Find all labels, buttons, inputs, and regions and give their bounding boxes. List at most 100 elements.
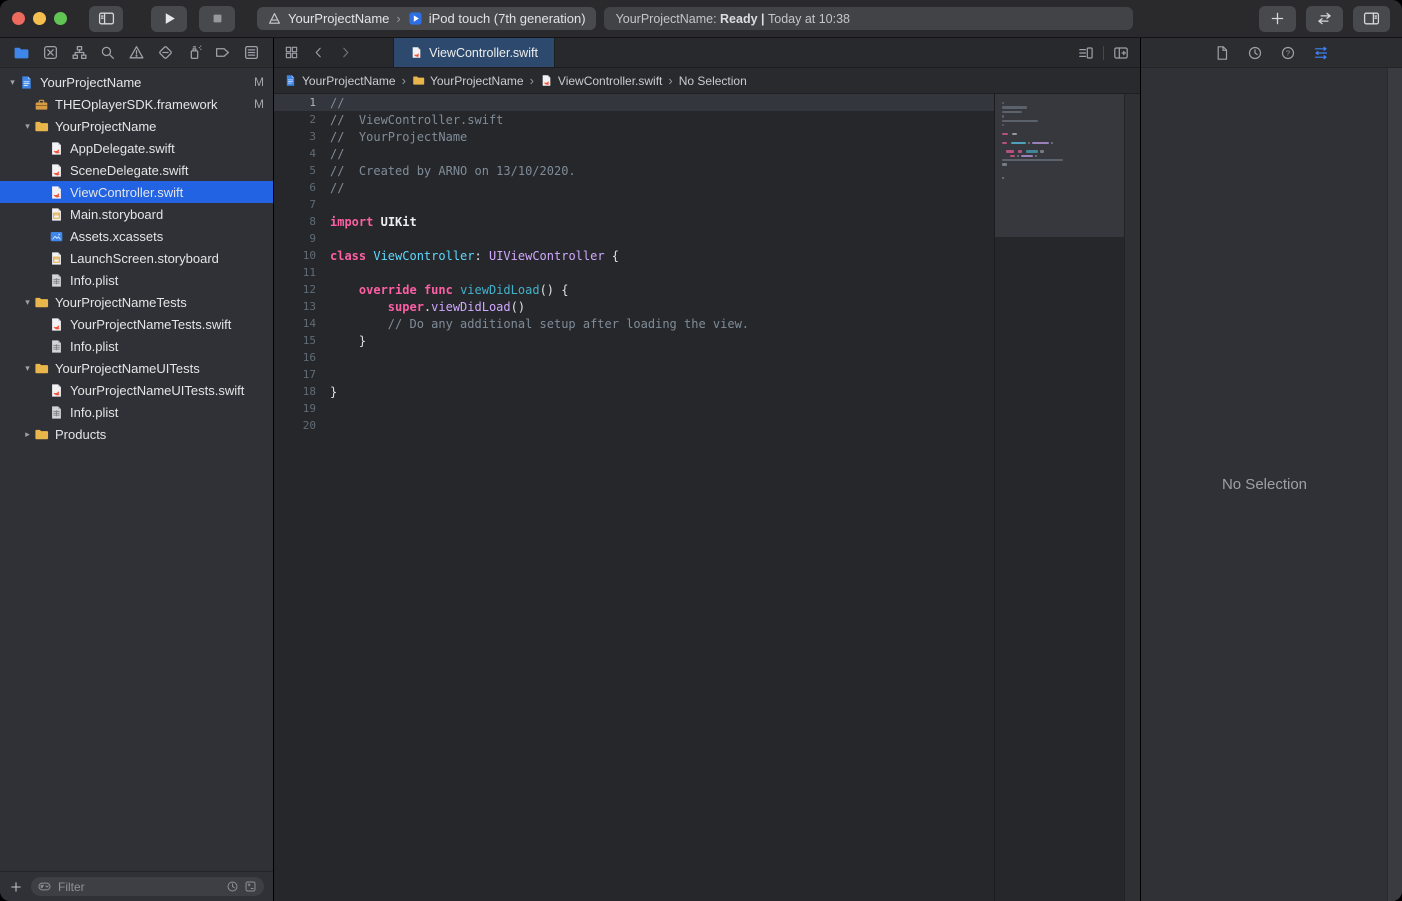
toggle-inspector-button[interactable] (1353, 6, 1390, 32)
nav-row-main-storyboard[interactable]: Main.storyboard (0, 203, 273, 225)
related-items-icon[interactable] (284, 45, 299, 60)
nav-row-appdelegate-swift[interactable]: AppDelegate.swift (0, 137, 273, 159)
scm-status-filter-icon[interactable] (244, 880, 257, 893)
swift-icon (49, 141, 64, 156)
navigator-tab-find[interactable] (99, 44, 116, 61)
close-button[interactable] (12, 12, 25, 25)
navigator-tab-debug[interactable] (186, 44, 203, 61)
nav-row-theoplayersdk-framework[interactable]: THEOplayerSDK.frameworkM (0, 93, 273, 115)
file-name: LaunchScreen.storyboard (70, 251, 219, 266)
disclosure-open-icon[interactable]: ▾ (21, 357, 34, 379)
chevron-separator: › (530, 73, 534, 88)
navigator-tab-symbols[interactable] (71, 44, 88, 61)
inspector-panel: ? No Selection (1140, 38, 1402, 901)
editor-options-icon[interactable] (1078, 45, 1094, 61)
navigator-panel: ▾YourProjectNameMTHEOplayerSDK.framework… (0, 38, 274, 901)
code-line: 8import UIKit (274, 213, 994, 230)
storyboard-icon (49, 251, 64, 266)
nav-row-scenedelegate-swift[interactable]: SceneDelegate.swift (0, 159, 273, 181)
add-file-icon[interactable] (9, 880, 23, 894)
nav-row-yourprojectnameuitests[interactable]: ▾ YourProjectNameUITests (0, 357, 273, 379)
zoom-button[interactable] (54, 12, 67, 25)
nav-row-viewcontroller-swift[interactable]: ViewController.swift (0, 181, 273, 203)
file-name: YourProjectNameTests.swift (70, 317, 231, 332)
xcode-window: YourProjectName › iPod touch (7th genera… (0, 0, 1402, 901)
folder-icon (34, 119, 49, 134)
scheme-app-icon (267, 11, 282, 26)
navigator-tab-source-control[interactable] (42, 44, 59, 61)
tab-title: ViewController.swift (429, 46, 538, 60)
nav-row-yourprojectnametests-swift[interactable]: YourProjectNameTests.swift (0, 313, 273, 335)
nav-row-info-plist[interactable]: Info.plist (0, 335, 273, 357)
folder-icon (34, 361, 49, 376)
code-editor[interactable]: 1//2// ViewController.swift3// YourProje… (274, 94, 994, 901)
nav-row-info-plist[interactable]: Info.plist (0, 269, 273, 291)
file-name: Info.plist (70, 273, 118, 288)
nav-row-yourprojectname[interactable]: ▾YourProjectName (0, 115, 273, 137)
nav-row-yourprojectname[interactable]: ▾YourProjectNameM (0, 71, 273, 93)
nav-row-launchscreen-storyboard[interactable]: LaunchScreen.storyboard (0, 247, 273, 269)
navigator-tab-tests[interactable] (157, 44, 174, 61)
navigator-tab-project[interactable] (13, 44, 30, 61)
disclosure-open-icon[interactable]: ▾ (21, 291, 34, 313)
jump-bar-item[interactable]: YourProjectName (412, 74, 524, 88)
source-editor: 1//2// ViewController.swift3// YourProje… (274, 94, 1140, 901)
status-badge: M (254, 97, 264, 111)
nav-row-info-plist[interactable]: Info.plist (0, 401, 273, 423)
filter-input[interactable] (56, 879, 221, 895)
nav-row-yourprojectnametests[interactable]: ▾YourProjectNameTests (0, 291, 273, 313)
library-button[interactable] (1259, 6, 1296, 32)
line-number: 15 (274, 334, 330, 347)
code-line: 5// Created by ARNO on 13/10/2020. (274, 162, 994, 179)
nav-row-assets-xcassets[interactable]: Assets.xcassets (0, 225, 273, 247)
jump-bar-item[interactable]: YourProjectName (284, 74, 396, 88)
go-forward-icon[interactable] (338, 45, 353, 60)
status-time: Today at 10:38 (768, 12, 850, 26)
line-number: 7 (274, 198, 330, 211)
line-number: 13 (274, 300, 330, 313)
scheme-selector[interactable]: YourProjectName › iPod touch (7th genera… (257, 7, 596, 30)
minimap-code (1002, 101, 1121, 189)
go-back-icon[interactable] (311, 45, 326, 60)
minimap[interactable] (994, 94, 1125, 901)
inspector-scrollbar[interactable] (1387, 68, 1402, 901)
minimize-button[interactable] (33, 12, 46, 25)
inspector-tab-history-inspector[interactable] (1247, 45, 1263, 61)
jump-bar-item[interactable]: No Selection (679, 74, 747, 88)
navigator-tab-breakpoints[interactable] (214, 44, 231, 61)
editor-arrows-button[interactable] (1306, 6, 1343, 32)
navigator-toggle-icon (98, 10, 115, 27)
line-number: 4 (274, 147, 330, 160)
inspector-tab-quick-help[interactable]: ? (1280, 45, 1296, 61)
project-doc-icon (19, 75, 34, 90)
editor-scrollbar[interactable] (1124, 94, 1140, 901)
navigator-tab-reports[interactable] (243, 44, 260, 61)
recent-files-icon[interactable] (226, 880, 239, 893)
plist-icon (49, 339, 64, 354)
code-line: 3// YourProjectName (274, 128, 994, 145)
code-line: 13 super.viewDidLoad() (274, 298, 994, 315)
nav-row-yourprojectnameuitests-swift[interactable]: YourProjectNameUITests.swift (0, 379, 273, 401)
run-button[interactable] (151, 6, 187, 32)
disclosure-open-icon[interactable]: ▾ (6, 71, 19, 93)
add-editor-icon[interactable] (1113, 45, 1129, 61)
play-icon (161, 10, 178, 27)
jump-bar-item[interactable]: ViewController.swift (540, 74, 662, 88)
inspector-toggle-icon (1363, 10, 1380, 27)
tab-viewcontroller[interactable]: ViewController.swift (393, 38, 555, 67)
inspector-tab-attributes-inspector[interactable] (1313, 45, 1329, 61)
file-name: Info.plist (70, 405, 118, 420)
disclosure-open-icon[interactable]: ▾ (21, 115, 34, 137)
inspector-tab-file-inspector[interactable] (1214, 45, 1230, 61)
file-name: AppDelegate.swift (70, 141, 175, 156)
filter-field[interactable] (31, 877, 264, 896)
file-name: YourProjectNameUITests (55, 361, 200, 376)
line-number: 2 (274, 113, 330, 126)
stop-button[interactable] (199, 6, 235, 32)
line-number: 17 (274, 368, 330, 381)
disclosure-closed-icon[interactable]: ▸ (21, 423, 34, 445)
divider (1103, 46, 1104, 60)
nav-row-products[interactable]: ▸Products (0, 423, 273, 445)
toggle-navigator-button[interactable] (89, 6, 123, 32)
navigator-tab-issues[interactable] (128, 44, 145, 61)
